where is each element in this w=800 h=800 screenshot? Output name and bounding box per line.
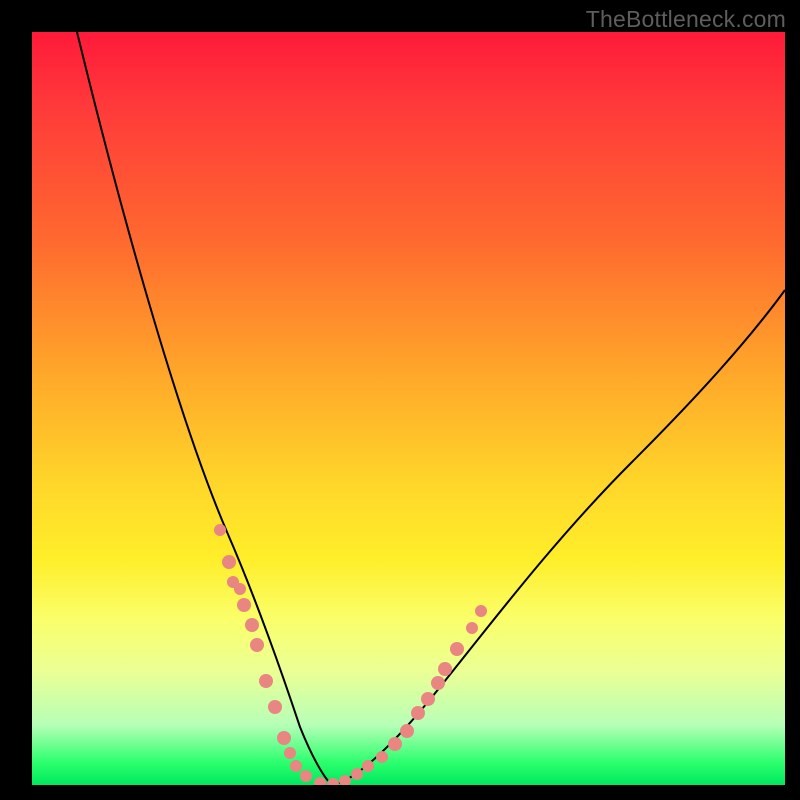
chart-frame: TheBottleneck.com <box>0 0 800 800</box>
highlight-dots <box>214 524 487 785</box>
dot <box>237 598 251 612</box>
dot <box>222 555 236 569</box>
dot <box>450 642 464 656</box>
dot <box>438 662 452 676</box>
dot <box>259 674 273 688</box>
dot <box>421 692 435 706</box>
dot <box>268 700 282 714</box>
dot <box>277 731 291 745</box>
dot <box>245 618 259 632</box>
curve-left <box>77 32 332 785</box>
dot <box>411 706 425 720</box>
dot <box>284 747 296 759</box>
dot <box>300 770 312 782</box>
dot <box>234 583 246 595</box>
dot <box>351 768 363 780</box>
dot <box>314 777 326 785</box>
dot <box>431 676 445 690</box>
dot <box>290 760 302 772</box>
dot <box>362 760 374 772</box>
dot <box>214 524 226 536</box>
plot-area <box>32 32 785 785</box>
dot <box>400 724 414 738</box>
dot <box>475 605 487 617</box>
curve-right <box>332 290 785 785</box>
dot <box>376 751 388 763</box>
watermark-text: TheBottleneck.com <box>586 6 786 33</box>
curve-layer <box>32 32 785 785</box>
dot <box>466 622 478 634</box>
dot <box>388 737 402 751</box>
dot <box>250 638 264 652</box>
dot <box>327 778 339 785</box>
dot <box>339 775 351 785</box>
v-curve <box>77 32 785 785</box>
